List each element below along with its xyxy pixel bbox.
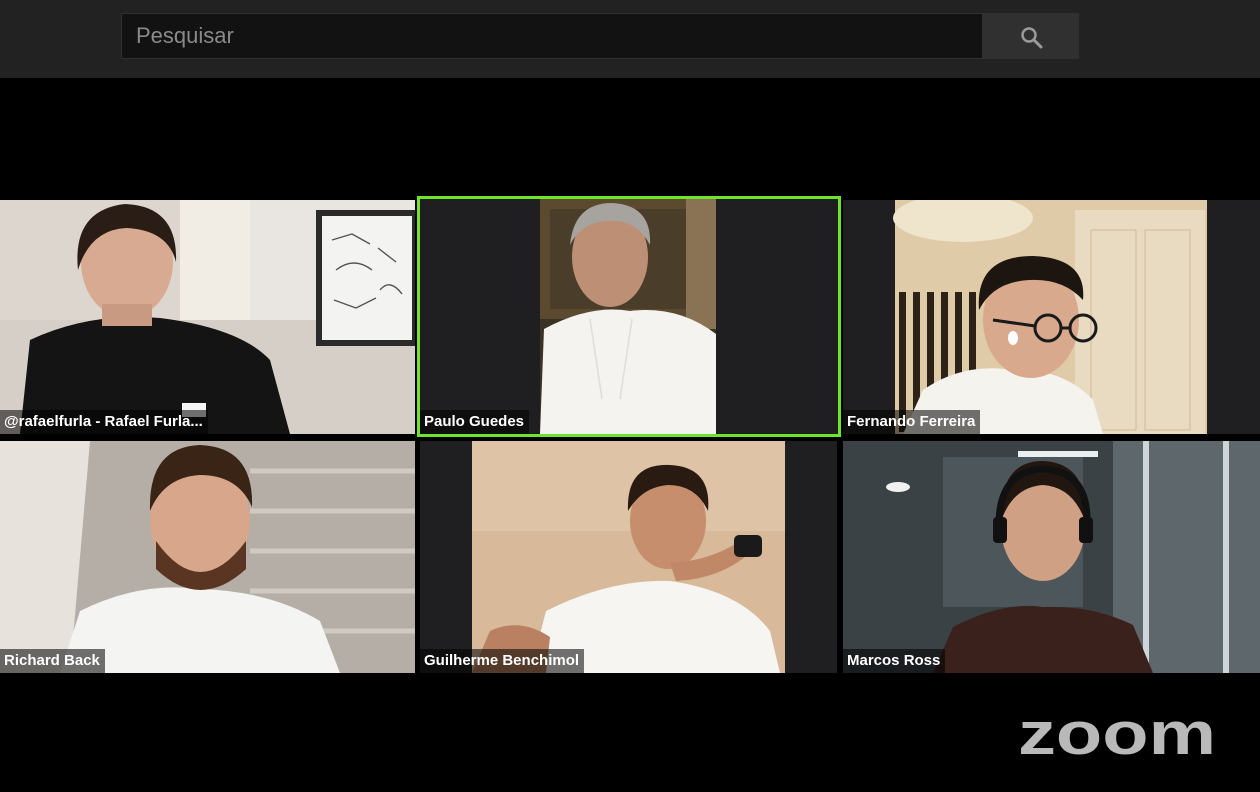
video-tile-fernando[interactable]: Fernando Ferreira — [843, 200, 1260, 434]
zoom-logo-text: zoom — [1018, 708, 1216, 758]
participant-video — [472, 441, 785, 673]
search-input[interactable] — [121, 13, 983, 59]
top-bar — [0, 0, 1260, 78]
zoom-logo: zoom — [1018, 708, 1216, 758]
participant-video — [540, 199, 716, 434]
participant-name-label: Guilherme Benchimol — [420, 649, 585, 673]
participant-name-label: Fernando Ferreira — [843, 410, 981, 434]
participant-video — [0, 200, 415, 434]
video-tile-marcos[interactable]: Marcos Ross — [843, 441, 1260, 673]
video-tile-guilherme[interactable]: Guilherme Benchimol — [420, 441, 837, 673]
video-tile-rafael[interactable]: @rafaelfurla - Rafael Furla... — [0, 200, 415, 434]
participant-video — [0, 441, 415, 673]
search-button[interactable] — [983, 13, 1079, 59]
participant-video — [843, 441, 1260, 673]
search-icon — [1021, 27, 1043, 49]
participant-name-label: Richard Back — [0, 649, 105, 673]
video-tile-richard[interactable]: Richard Back — [0, 441, 415, 673]
participant-name-label: Marcos Ross — [843, 649, 946, 673]
participant-video — [893, 200, 1207, 434]
video-tile-paulo[interactable]: Paulo Guedes — [420, 199, 838, 434]
participant-name-label: @rafaelfurla - Rafael Furla... — [0, 410, 208, 434]
participant-name-label: Paulo Guedes — [420, 410, 530, 434]
